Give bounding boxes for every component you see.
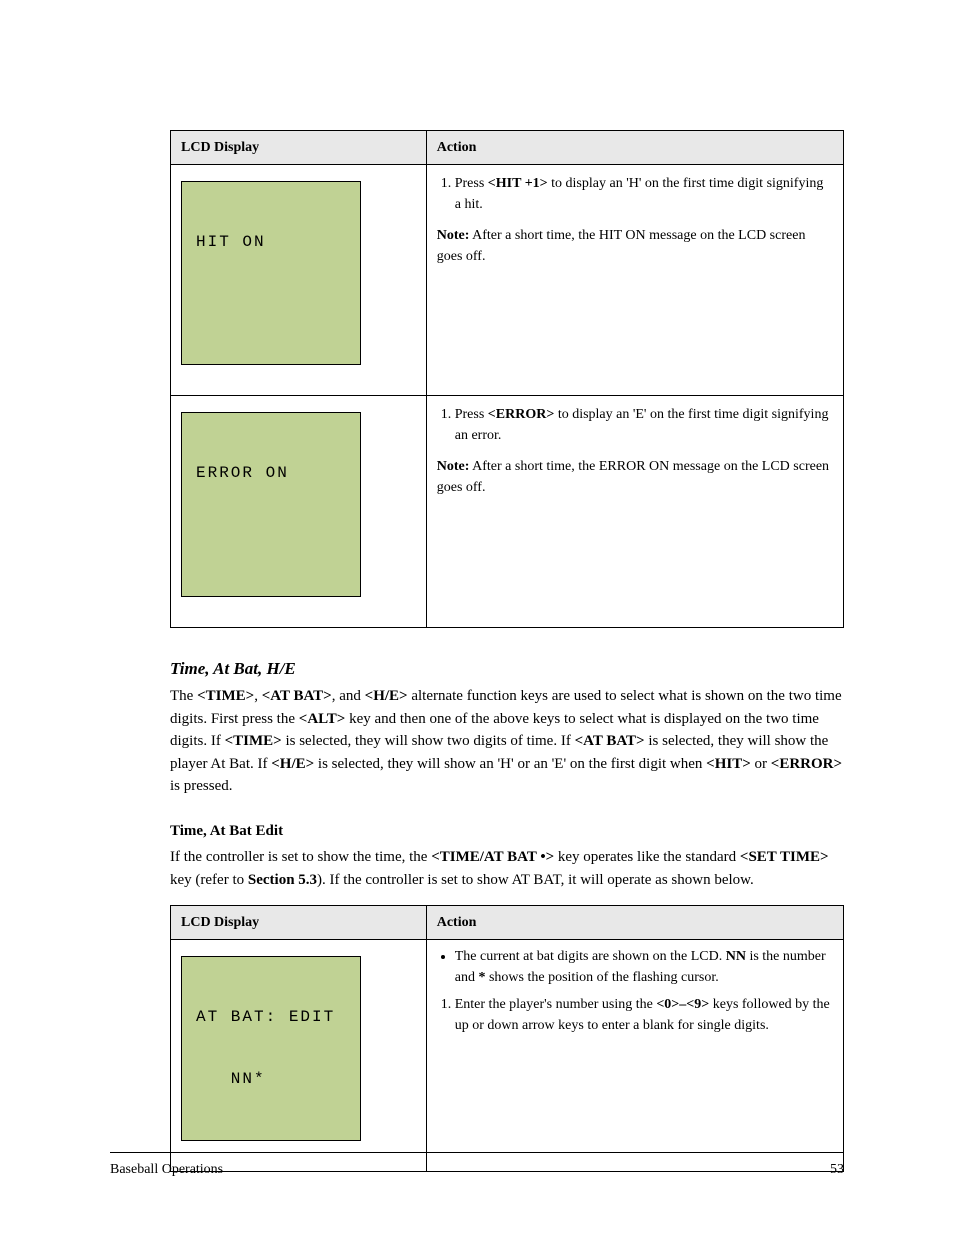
lcd-action-table-2: LCD Display Action AT BAT: EDIT NN* The …	[170, 905, 844, 1171]
bold-ref: Section 5.3	[248, 872, 317, 888]
t: The current at bat digits are shown on t…	[455, 949, 726, 964]
subsection-title-time-atbat-edit: Time, At Bat Edit	[170, 820, 844, 843]
step-key: <HIT +1>	[488, 176, 548, 191]
lcd-display: AT BAT: EDIT NN*	[181, 956, 361, 1140]
step-prefix: Press	[455, 407, 488, 422]
header-action: Action	[426, 906, 843, 940]
section-paragraph: The <TIME>, <AT BAT>, and <H/E> alternat…	[170, 685, 844, 798]
action-note: Note: After a short time, the HIT ON mes…	[437, 225, 833, 267]
action-cell: Press <HIT +1> to display an 'H' on the …	[426, 165, 843, 396]
key-ref: <H/E>	[365, 688, 408, 704]
action-steps: Press <ERROR> to display an 'E' on the f…	[455, 404, 833, 446]
table-header-row: LCD Display Action	[171, 131, 844, 165]
action-steps: Enter the player's number using the <0>–…	[455, 994, 833, 1036]
t: shows the position of the flashing curso…	[485, 970, 718, 985]
action-cell: Press <ERROR> to display an 'E' on the f…	[426, 396, 843, 627]
lcd-cell: AT BAT: EDIT NN*	[171, 940, 427, 1171]
subsection-paragraph: If the controller is set to show the tim…	[170, 846, 844, 891]
action-steps: Press <HIT +1> to display an 'H' on the …	[455, 173, 833, 215]
action-note: Note: After a short time, the ERROR ON m…	[437, 456, 833, 498]
lcd-line-1: ERROR ON	[196, 463, 346, 484]
key-ref: <TIME>	[197, 688, 254, 704]
lcd-line-2	[196, 294, 346, 315]
page-footer: Baseball Operations 53	[110, 1159, 844, 1180]
header-action: Action	[426, 131, 843, 165]
lcd-display: ERROR ON	[181, 412, 361, 596]
footer-left: Baseball Operations	[110, 1159, 223, 1180]
footer-right: 53	[830, 1159, 844, 1180]
key-ref: <ERROR>	[771, 756, 842, 772]
lcd-line-2	[196, 525, 346, 546]
action-step: Press <HIT +1> to display an 'H' on the …	[455, 173, 833, 215]
key-ref: <AT BAT>	[262, 688, 332, 704]
note-label: Note:	[437, 459, 470, 474]
header-lcd: LCD Display	[171, 131, 427, 165]
lcd-cell: HIT ON	[171, 165, 427, 396]
key-ref: <HIT>	[706, 756, 751, 772]
key-ref: <AT BAT>	[575, 733, 645, 749]
key-ref: <TIME/AT BAT •>	[431, 849, 554, 865]
lcd-display: HIT ON	[181, 181, 361, 365]
lcd-line-2: NN*	[196, 1069, 346, 1090]
table-row: HIT ON Press <HIT +1> to display an 'H' …	[171, 165, 844, 396]
footer-rule	[110, 1152, 844, 1153]
key-ref: <TIME>	[225, 733, 282, 749]
key-ref: <H/E>	[271, 756, 314, 772]
table-row: AT BAT: EDIT NN* The current at bat digi…	[171, 940, 844, 1171]
lcd-line-1: AT BAT: EDIT	[196, 1007, 346, 1028]
step-prefix: Press	[455, 176, 488, 191]
step-key: <ERROR>	[488, 407, 555, 422]
action-cell: The current at bat digits are shown on t…	[426, 940, 843, 1171]
key-ref: <SET TIME>	[740, 849, 829, 865]
lcd-line-1: HIT ON	[196, 232, 346, 253]
key-ref: <ALT>	[299, 711, 346, 727]
header-lcd: LCD Display	[171, 906, 427, 940]
table-header-row: LCD Display Action	[171, 906, 844, 940]
bullet-item: The current at bat digits are shown on t…	[455, 946, 833, 988]
lcd-cell: ERROR ON	[171, 396, 427, 627]
step-prefix: Enter the player's number using the	[455, 997, 657, 1012]
note-text: After a short time, the HIT ON message o…	[437, 228, 806, 264]
table-row: ERROR ON Press <ERROR> to display an 'E'…	[171, 396, 844, 627]
lcd-action-table-1: LCD Display Action HIT ON Press <HIT +1>…	[170, 130, 844, 628]
t: NN	[726, 949, 746, 964]
note-text: After a short time, the ERROR ON message…	[437, 459, 829, 495]
action-step: Enter the player's number using the <0>–…	[455, 994, 833, 1036]
section-title-time-atbat-he: Time, At Bat, H/E	[170, 656, 844, 682]
note-label: Note:	[437, 228, 470, 243]
action-step: Press <ERROR> to display an 'E' on the f…	[455, 404, 833, 446]
action-bullets: The current at bat digits are shown on t…	[455, 946, 833, 988]
step-key: <0>–<9>	[656, 997, 709, 1012]
